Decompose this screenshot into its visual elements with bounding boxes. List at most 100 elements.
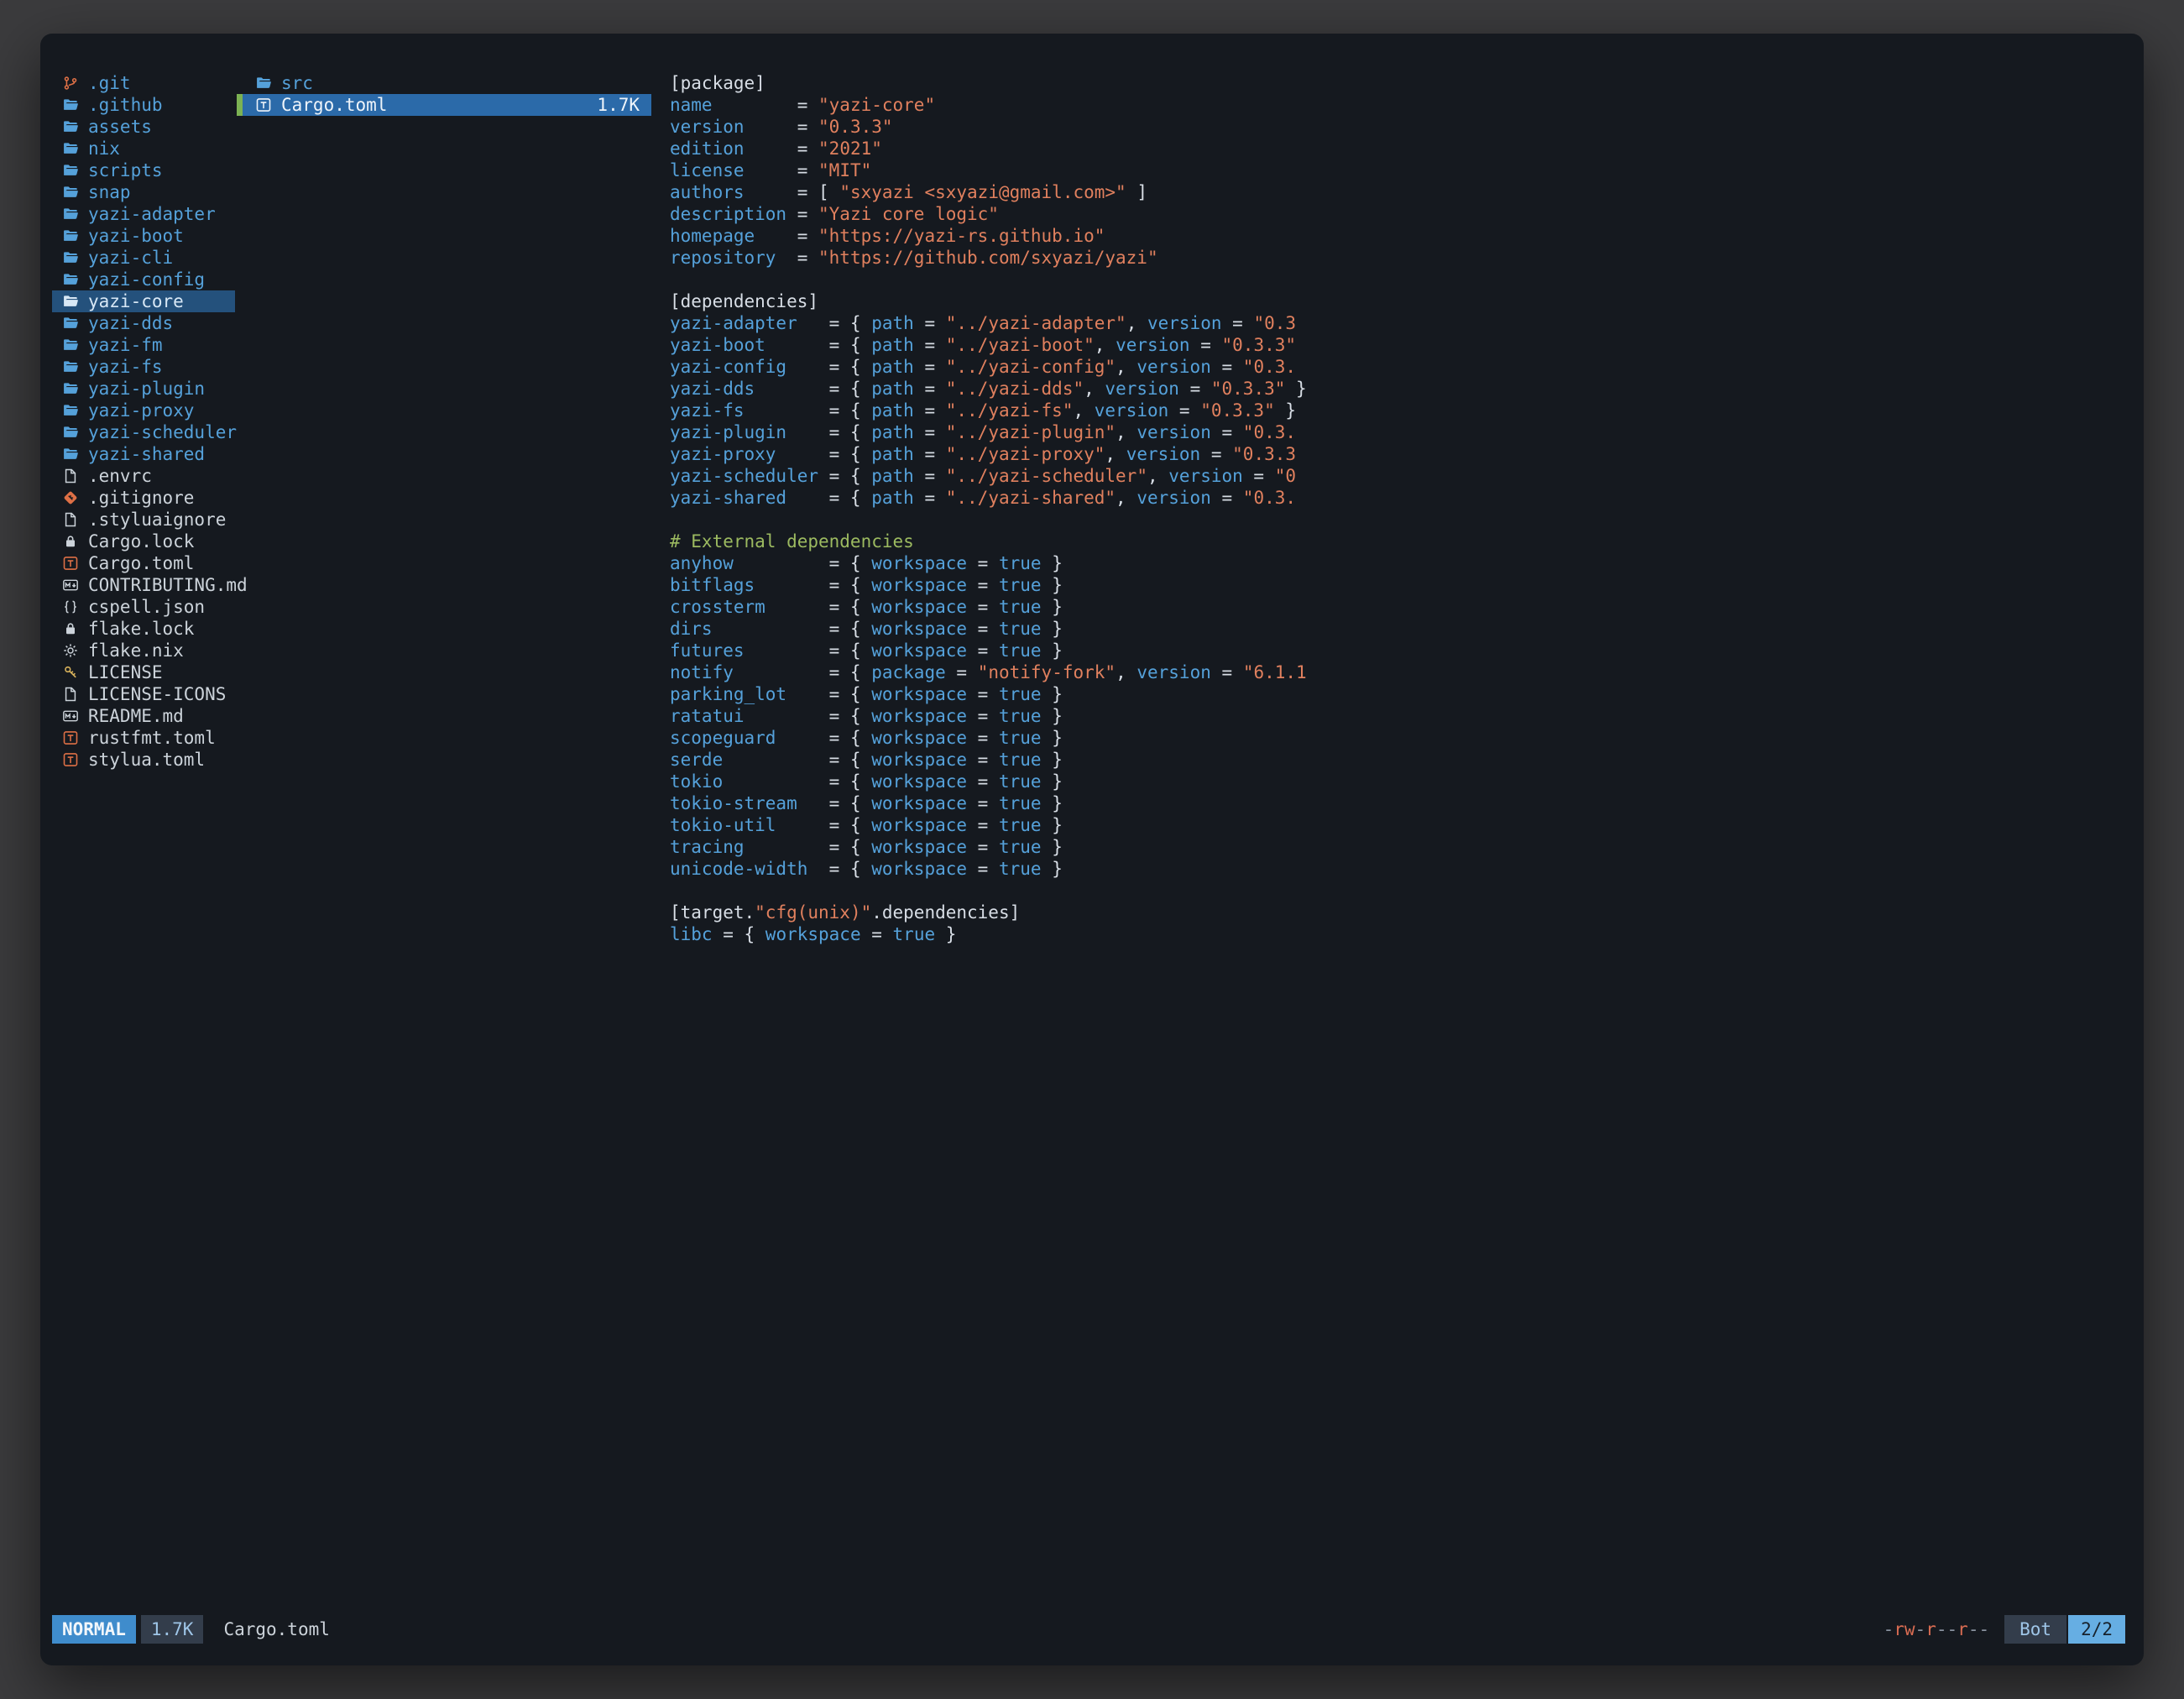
preview-line: [package]	[670, 72, 1333, 94]
file-item-rustfmt.toml[interactable]: rustfmt.toml	[52, 727, 235, 749]
preview-line: dirs = { workspace = true }	[670, 618, 1333, 640]
file-item-LICENSE[interactable]: LICENSE	[52, 661, 235, 683]
item-label: yazi-dds	[88, 312, 173, 334]
preview-line: edition = "2021"	[670, 138, 1333, 159]
item-label: stylua.toml	[88, 749, 205, 771]
item-label: .envrc	[88, 465, 152, 487]
preview-line: yazi-plugin = { path = "../yazi-plugin",…	[670, 421, 1333, 443]
file-item-Cargo.toml[interactable]: Cargo.toml	[52, 552, 235, 574]
preview-line: yazi-scheduler = { path = "../yazi-sched…	[670, 465, 1333, 487]
preview-line	[670, 880, 1333, 902]
lock-icon	[62, 620, 81, 637]
preview-line	[670, 509, 1333, 531]
dir-item-.git[interactable]: .git	[52, 72, 235, 94]
dir-item-yazi-fs[interactable]: yazi-fs	[52, 356, 235, 378]
file-item-.gitignore[interactable]: .gitignore	[52, 487, 235, 509]
preview-line: yazi-dds = { path = "../yazi-dds", versi…	[670, 378, 1333, 400]
folder-icon	[62, 337, 81, 353]
dir-item-yazi-proxy[interactable]: yazi-proxy	[52, 400, 235, 421]
key-icon	[62, 664, 81, 681]
file-icon	[62, 686, 81, 703]
item-label: flake.lock	[88, 618, 194, 640]
folder-icon	[62, 424, 81, 441]
item-label: .github	[88, 94, 163, 116]
preview-line: tracing = { workspace = true }	[670, 836, 1333, 858]
folder-icon	[62, 402, 81, 419]
preview-line: parking_lot = { workspace = true }	[670, 683, 1333, 705]
dir-item-yazi-boot[interactable]: yazi-boot	[52, 225, 235, 247]
preview-line: version = "0.3.3"	[670, 116, 1333, 138]
preview-line: authors = [ "sxyazi <sxyazi@gmail.com>" …	[670, 181, 1333, 203]
dir-item-yazi-dds[interactable]: yazi-dds	[52, 312, 235, 334]
status-file-name: Cargo.toml	[223, 1619, 329, 1639]
file-item-stylua.toml[interactable]: stylua.toml	[52, 749, 235, 771]
file-item-CONTRIBUTING.md[interactable]: CONTRIBUTING.md	[52, 574, 235, 596]
folder-icon	[62, 446, 81, 463]
preview-line: libc = { workspace = true }	[670, 923, 1333, 945]
dir-item-yazi-config[interactable]: yazi-config	[52, 269, 235, 290]
preview-line: notify = { package = "notify-fork", vers…	[670, 661, 1333, 683]
file-item-cspell.json[interactable]: cspell.json	[52, 596, 235, 618]
dir-item-yazi-shared[interactable]: yazi-shared	[52, 443, 235, 465]
item-label: yazi-scheduler	[88, 421, 237, 443]
file-item-Cargo.toml[interactable]: Cargo.toml1.7K	[237, 94, 651, 116]
item-label: cspell.json	[88, 596, 205, 618]
dir-item-snap[interactable]: snap	[52, 181, 235, 203]
file-item-LICENSE-ICONS[interactable]: LICENSE-ICONS	[52, 683, 235, 705]
item-size: 1.7K	[597, 94, 651, 116]
folder-icon	[62, 162, 81, 179]
dir-item-scripts[interactable]: scripts	[52, 159, 235, 181]
item-label: src	[281, 72, 313, 94]
file-item-Cargo.lock[interactable]: Cargo.lock	[52, 531, 235, 552]
file-item-flake.nix[interactable]: flake.nix	[52, 640, 235, 661]
dir-item-.github[interactable]: .github	[52, 94, 235, 116]
dir-item-yazi-cli[interactable]: yazi-cli	[52, 247, 235, 269]
folder-icon	[62, 249, 81, 266]
file-item-.envrc[interactable]: .envrc	[52, 465, 235, 487]
folder-icon	[62, 315, 81, 332]
item-label: .git	[88, 72, 131, 94]
dir-item-yazi-fm[interactable]: yazi-fm	[52, 334, 235, 356]
preview-line: yazi-adapter = { path = "../yazi-adapter…	[670, 312, 1333, 334]
item-label: yazi-boot	[88, 225, 184, 247]
preview-line	[670, 269, 1333, 290]
preview-line: crossterm = { workspace = true }	[670, 596, 1333, 618]
item-label: README.md	[88, 705, 184, 727]
folder-icon	[62, 271, 81, 288]
parent-directory-pane[interactable]: .git.githubassetsnixscriptssnapyazi-adap…	[52, 72, 235, 771]
item-label: flake.nix	[88, 640, 184, 661]
item-label: .gitignore	[88, 487, 194, 509]
preview-line: tokio-util = { workspace = true }	[670, 814, 1333, 836]
file-item-flake.lock[interactable]: flake.lock	[52, 618, 235, 640]
file-item-.styluaignore[interactable]: .styluaignore	[52, 509, 235, 531]
preview-line: yazi-boot = { path = "../yazi-boot", ver…	[670, 334, 1333, 356]
folder-icon	[62, 358, 81, 375]
status-position-label: Bot	[2004, 1615, 2066, 1644]
dir-item-yazi-adapter[interactable]: yazi-adapter	[52, 203, 235, 225]
item-label: Cargo.toml	[88, 552, 194, 574]
git-icon	[62, 489, 81, 506]
item-label: scripts	[88, 159, 163, 181]
preview-line: name = "yazi-core"	[670, 94, 1333, 116]
dir-item-src[interactable]: src	[237, 72, 651, 94]
file-item-README.md[interactable]: README.md	[52, 705, 235, 727]
yazi-file-manager-window: .git.githubassetsnixscriptssnapyazi-adap…	[40, 34, 2144, 1665]
dir-item-nix[interactable]: nix	[52, 138, 235, 159]
lock-icon	[62, 533, 81, 550]
preview-line: yazi-shared = { path = "../yazi-shared",…	[670, 487, 1333, 509]
folder-icon	[62, 293, 81, 310]
item-label: yazi-fs	[88, 356, 163, 378]
dir-item-yazi-core[interactable]: yazi-core	[52, 290, 235, 312]
item-label: yazi-plugin	[88, 378, 205, 400]
folder-icon	[62, 227, 81, 244]
dir-item-assets[interactable]: assets	[52, 116, 235, 138]
item-label: nix	[88, 138, 120, 159]
file-preview-pane[interactable]: [package]name = "yazi-core"version = "0.…	[670, 72, 1333, 945]
dir-item-yazi-scheduler[interactable]: yazi-scheduler	[52, 421, 235, 443]
item-label: LICENSE	[88, 661, 163, 683]
folder-icon	[62, 206, 81, 222]
item-label: CONTRIBUTING.md	[88, 574, 248, 596]
current-directory-pane[interactable]: srcCargo.toml1.7K	[237, 72, 651, 116]
dir-item-yazi-plugin[interactable]: yazi-plugin	[52, 378, 235, 400]
preview-line: description = "Yazi core logic"	[670, 203, 1333, 225]
